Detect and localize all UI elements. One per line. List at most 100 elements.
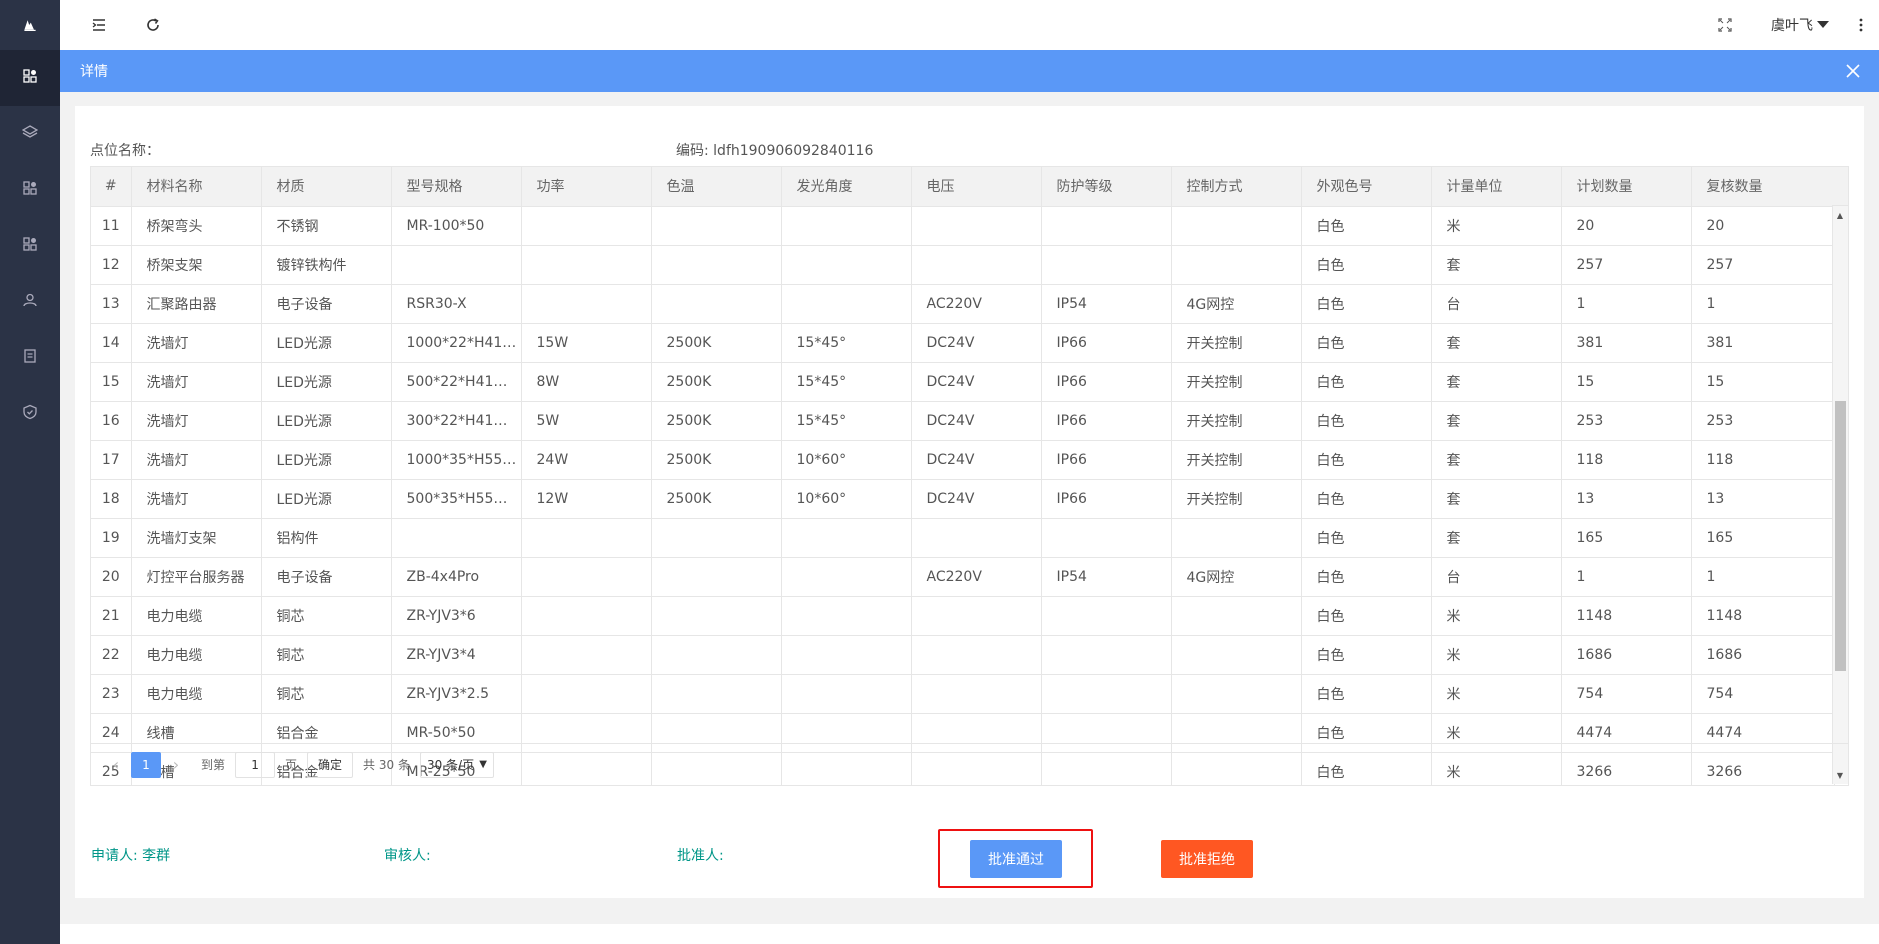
table-cell: 白色: [1301, 362, 1432, 402]
refresh-icon[interactable]: [138, 10, 168, 40]
approve-button[interactable]: 批准通过: [970, 840, 1062, 878]
page-confirm-button[interactable]: 确定: [307, 751, 354, 778]
table-row[interactable]: 16 洗墙灯 LED光源 300*22*H41mm 5W 2500K 15*45° DC24V…: [91, 401, 1835, 441]
sidebar-item-shield[interactable]: [0, 386, 60, 442]
table-cell: 套: [1431, 245, 1562, 285]
table-cell: [651, 206, 782, 246]
table-row[interactable]: 22 电力电缆 铜芯 ZR-YJV3*4 白色米 1686 1686: [91, 635, 1835, 675]
page-size-select[interactable]: 30 条/页 ▼: [419, 751, 494, 778]
table-cell: [651, 635, 782, 675]
sidebar-item-apps-2[interactable]: [0, 218, 60, 274]
table-row[interactable]: 23 电力电缆 铜芯 ZR-YJV3*2.5 白色米 754 754: [91, 674, 1835, 714]
table-cell: 2500K: [651, 323, 782, 363]
table-cell: DC24V: [911, 401, 1042, 441]
table-cell: [521, 245, 652, 285]
table-cell: [911, 518, 1042, 558]
table-body[interactable]: 11 桥架弯头 不锈钢 MR-100*50 白色米 20 20 12 桥架支架 镀锌铁构件 白色套 2…: [91, 206, 1848, 785]
page-unit-label: 页: [285, 758, 298, 772]
table-cell: 5W: [521, 401, 652, 441]
table-cell: LED光源: [261, 479, 392, 519]
close-icon[interactable]: [1841, 59, 1865, 83]
table-cell: 257: [1691, 245, 1835, 285]
table-cell: 镀锌铁构件: [261, 245, 392, 285]
table-row[interactable]: 21 电力电缆 铜芯 ZR-YJV3*6 白色米 1148 1148: [91, 596, 1835, 636]
table-row[interactable]: 20 灯控平台服务器 电子设备 ZB-4x4Pro AC220V IP54 4G网控 白色台 1…: [91, 557, 1835, 597]
approver-label: 批准人:: [677, 848, 724, 864]
table-cell: DC24V: [911, 323, 1042, 363]
sidebar-item-user[interactable]: [0, 274, 60, 330]
table-cell: 套: [1431, 518, 1562, 558]
table-cell: [651, 596, 782, 636]
sidebar-item-dashboard[interactable]: [0, 50, 60, 106]
table-row[interactable]: 13 汇聚路由器 电子设备 RSR30-X AC220V IP54 4G网控 白色台 1 1: [91, 284, 1835, 324]
table-cell: 白色: [1301, 518, 1432, 558]
table-cell: 15*45°: [781, 401, 912, 441]
table-cell: [1171, 206, 1302, 246]
column-header: #: [91, 167, 132, 207]
table-row[interactable]: 17 洗墙灯 LED光源 1000*35*H55mm 24W 2500K 10*60° DC2…: [91, 440, 1835, 480]
table-scrollbar[interactable]: ▲ ▼: [1832, 206, 1848, 784]
total-count: 共 30 条: [363, 758, 410, 772]
table-cell: 20: [1691, 206, 1835, 246]
dialog-body: 点位名称： 编码: ldfh190906092840116 # 材料名称 材质 型号规…: [75, 106, 1864, 898]
table-cell: 套: [1431, 401, 1562, 441]
table-cell: [1041, 596, 1172, 636]
table-cell: 15: [1561, 362, 1692, 402]
table-cell: [781, 245, 912, 285]
table-row[interactable]: 15 洗墙灯 LED光源 500*22*H41mm 8W 2500K 15*45° DC24V…: [91, 362, 1835, 402]
table-cell: DC24V: [911, 479, 1042, 519]
table-row[interactable]: 11 桥架弯头 不锈钢 MR-100*50 白色米 20 20: [91, 206, 1835, 246]
menu-toggle-icon[interactable]: [84, 10, 114, 40]
table-cell: [1041, 206, 1172, 246]
user-menu[interactable]: 虞叶飞: [1771, 15, 1829, 35]
sidebar: [0, 0, 60, 944]
sidebar-item-document[interactable]: [0, 330, 60, 386]
table-cell: 铜芯: [261, 674, 392, 714]
table-cell: 洗墙灯: [131, 440, 262, 480]
table-cell: ZB-4x4Pro: [391, 557, 522, 597]
fullscreen-icon[interactable]: [1705, 18, 1745, 32]
table-cell: [651, 245, 782, 285]
page-number-current[interactable]: 1: [131, 751, 161, 778]
table-cell: 20: [91, 557, 132, 597]
scroll-up-icon[interactable]: ▲: [1833, 208, 1847, 222]
sidebar-item-layers[interactable]: [0, 106, 60, 162]
table-row[interactable]: 19 洗墙灯支架 铝构件 白色套 165 165: [91, 518, 1835, 558]
page-jump-input[interactable]: 1: [235, 751, 276, 778]
prev-page-icon[interactable]: ‹: [101, 755, 131, 774]
table-cell: IP54: [1041, 557, 1172, 597]
table-cell: 15: [91, 362, 132, 402]
table-cell: 300*22*H41mm: [391, 401, 522, 441]
document-icon: [22, 348, 38, 368]
table-cell: RSR30-X: [391, 284, 522, 324]
table-cell: LED光源: [261, 323, 392, 363]
table-cell: IP66: [1041, 401, 1172, 441]
table-cell: 118: [1561, 440, 1692, 480]
table-cell: 开关控制: [1171, 362, 1302, 402]
shield-icon: [22, 404, 38, 424]
table-cell: 汇聚路由器: [131, 284, 262, 324]
column-header: 色温: [651, 167, 782, 207]
table-cell: 22: [91, 635, 132, 675]
table-cell: 1: [1691, 557, 1835, 597]
table-cell: 洗墙灯: [131, 323, 262, 363]
more-vertical-icon[interactable]: [1843, 18, 1879, 32]
table-cell: IP66: [1041, 362, 1172, 402]
code-label: 编码: ldfh190906092840116: [676, 143, 874, 159]
table-cell: 1: [1561, 284, 1692, 324]
table-cell: 铝构件: [261, 518, 392, 558]
table-cell: 2500K: [651, 479, 782, 519]
table-row[interactable]: 12 桥架支架 镀锌铁构件 白色套 257 257: [91, 245, 1835, 285]
column-header: 型号规格: [391, 167, 522, 207]
table-row[interactable]: 18 洗墙灯 LED光源 500*35*H55mm 12W 2500K 10*60° DC24…: [91, 479, 1835, 519]
brand-logo-icon[interactable]: [0, 0, 60, 50]
user-icon: [22, 292, 38, 312]
sidebar-item-apps-1[interactable]: [0, 162, 60, 218]
reject-button[interactable]: 批准拒绝: [1161, 840, 1253, 878]
table-row[interactable]: 14 洗墙灯 LED光源 1000*22*H41mm 15W 2500K 15*45° DC2…: [91, 323, 1835, 363]
table-cell: AC220V: [911, 284, 1042, 324]
table-cell: LED光源: [261, 440, 392, 480]
table-cell: [1041, 245, 1172, 285]
next-page-icon[interactable]: ›: [161, 755, 191, 774]
scrollbar-thumb[interactable]: [1835, 401, 1846, 671]
